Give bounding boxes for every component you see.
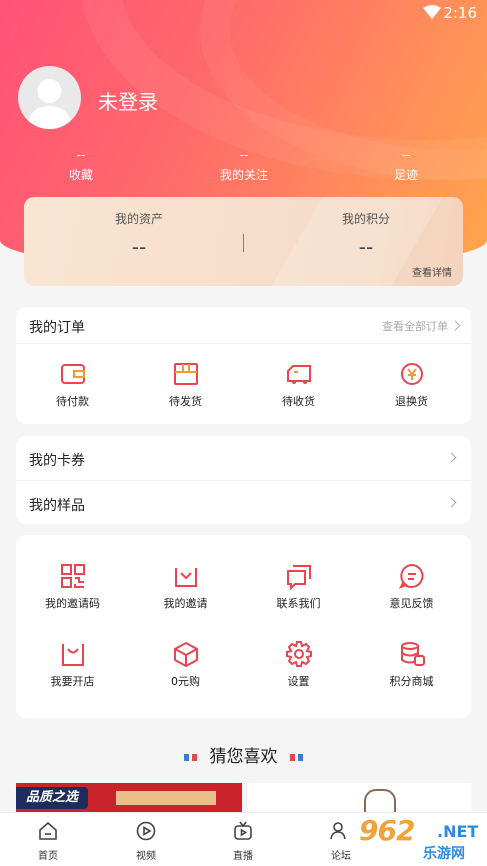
- service-label: 积分商城: [389, 675, 434, 688]
- shop-bag-icon: [61, 644, 84, 666]
- order-pending-shipment[interactable]: 待发货: [129, 360, 242, 409]
- assets-title: 我的资产: [114, 212, 163, 226]
- service-label: 我的邀请码: [45, 597, 100, 610]
- decor-left-icon: [183, 753, 197, 761]
- orders-card: 我的订单 查看全部订单 待付款 待发货 待收货 退换货: [16, 307, 471, 424]
- stat-footprint[interactable]: -- 足迹: [346, 148, 466, 183]
- divider: [243, 234, 244, 252]
- view-details-link[interactable]: 查看详情: [412, 264, 452, 279]
- video-icon: [136, 821, 156, 841]
- tab-video[interactable]: 视频: [116, 820, 176, 862]
- view-all-orders-link[interactable]: 查看全部订单: [382, 318, 461, 334]
- watermark-logo: 962 .NET 乐游网: [345, 812, 485, 864]
- view-all-label: 查看全部订单: [382, 320, 448, 333]
- service-contact-us[interactable]: 联系我们: [242, 562, 355, 611]
- points-column: 我的积分 --: [286, 210, 446, 259]
- invite-icon: [174, 568, 197, 587]
- watermark-name: 乐游网: [423, 846, 465, 862]
- chat-icon: [286, 565, 311, 590]
- orders-title: 我的订单: [29, 320, 85, 336]
- wifi-icon: [423, 5, 441, 19]
- product-card[interactable]: 品质之选: [16, 783, 242, 813]
- service-zero-purchase[interactable]: 0元购: [129, 640, 242, 689]
- order-pending-receipt[interactable]: 待收货: [242, 360, 355, 409]
- service-points-mall[interactable]: 积分商城: [355, 640, 468, 689]
- service-label: 设置: [287, 675, 310, 688]
- stat-label: 我的关注: [219, 168, 268, 182]
- live-icon: [234, 821, 252, 840]
- order-pending-payment[interactable]: 待付款: [16, 360, 129, 409]
- user-silhouette-icon: [27, 79, 72, 129]
- service-feedback[interactable]: 意见反馈: [355, 562, 468, 611]
- order-label: 待付款: [56, 395, 89, 408]
- order-refund[interactable]: 退换货: [355, 360, 468, 409]
- tab-live[interactable]: 直播: [213, 820, 273, 862]
- guess-title: 猜您喜欢: [209, 747, 278, 767]
- box-icon: [173, 641, 198, 668]
- feedback-icon: [398, 563, 423, 589]
- wallet-icon: [60, 364, 85, 384]
- service-my-invites[interactable]: 我的邀请: [129, 562, 242, 611]
- list-card: 我的卡券 我的样品: [16, 436, 471, 524]
- assets-card[interactable]: 我的资产 -- 我的积分 -- 查看详情: [24, 197, 463, 286]
- service-label: 0元购: [171, 675, 200, 688]
- product-image: [116, 791, 216, 805]
- stat-label: 收藏: [68, 168, 93, 182]
- truck-icon: [286, 365, 311, 384]
- row-label: 我的样品: [29, 498, 85, 514]
- quality-tag: 品质之选: [16, 787, 89, 809]
- refund-icon: [400, 363, 423, 385]
- stat-value: --: [401, 148, 411, 162]
- service-open-shop[interactable]: 我要开店: [16, 640, 129, 689]
- service-label: 联系我们: [276, 597, 321, 610]
- tab-home[interactable]: 首页: [18, 820, 78, 862]
- stat-favorites[interactable]: -- 收藏: [21, 148, 141, 183]
- avatar[interactable]: [18, 66, 81, 129]
- status-bar: 2:16: [0, 0, 487, 26]
- orders-header[interactable]: 我的订单 查看全部订单: [16, 307, 471, 344]
- services-card: 我的邀请码 我的邀请 联系我们 意见反馈 我要开店 0元购 设置 积分商城: [16, 535, 471, 718]
- stat-value: --: [239, 148, 249, 162]
- service-invite-code[interactable]: 我的邀请码: [16, 562, 129, 611]
- chevron-right-icon: [450, 320, 461, 331]
- gear-icon: [285, 641, 312, 667]
- tab-label: 视频: [136, 851, 156, 862]
- tab-label: 直播: [233, 851, 253, 862]
- order-label: 待收货: [282, 395, 315, 408]
- service-settings[interactable]: 设置: [242, 640, 355, 689]
- service-label: 意见反馈: [389, 597, 434, 610]
- guess-you-like-header: 猜您喜欢: [0, 742, 487, 767]
- bag-image: [364, 789, 396, 813]
- login-status[interactable]: 未登录: [98, 86, 158, 115]
- decor-right-icon: [289, 753, 303, 761]
- package-icon: [173, 363, 198, 385]
- home-icon: [39, 821, 57, 840]
- assets-value: --: [131, 235, 147, 259]
- tab-label: 首页: [38, 851, 58, 862]
- stat-following[interactable]: -- 我的关注: [184, 148, 304, 183]
- service-label: 我要开店: [50, 675, 95, 688]
- assets-column: 我的资产 --: [59, 210, 219, 259]
- stat-value: --: [76, 148, 86, 162]
- watermark-brand: 962: [359, 814, 415, 847]
- coins-icon: [400, 642, 425, 666]
- stat-label: 足迹: [393, 168, 418, 182]
- chevron-right-icon: [446, 452, 457, 463]
- product-card[interactable]: [248, 783, 471, 813]
- status-time: 2:16: [443, 4, 477, 22]
- watermark-domain: .NET: [437, 822, 479, 841]
- points-title: 我的积分: [341, 212, 390, 226]
- chevron-right-icon: [446, 497, 457, 508]
- order-label: 待发货: [169, 395, 202, 408]
- samples-row[interactable]: 我的样品: [16, 480, 471, 524]
- order-label: 退换货: [395, 395, 428, 408]
- service-label: 我的邀请: [163, 597, 208, 610]
- coupons-row[interactable]: 我的卡券: [16, 436, 471, 480]
- qrcode-icon: [60, 564, 85, 588]
- points-value: --: [358, 235, 374, 259]
- row-label: 我的卡券: [29, 453, 85, 469]
